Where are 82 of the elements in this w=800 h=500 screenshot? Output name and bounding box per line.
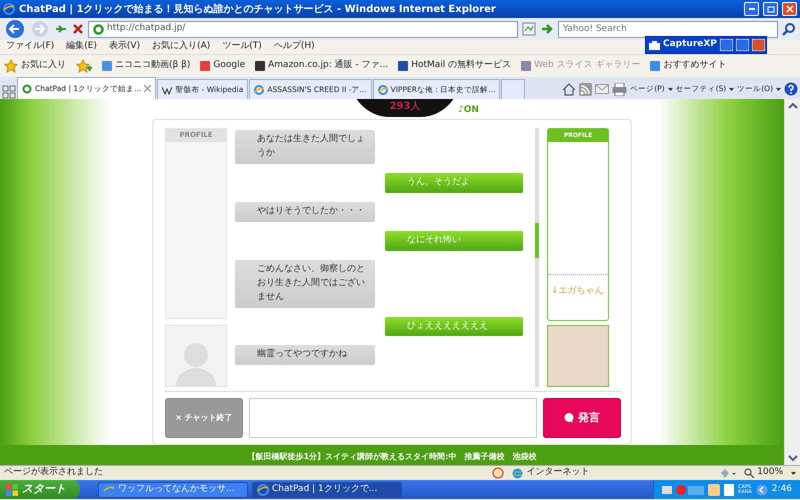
caret-icon[interactable] (729, 88, 734, 90)
keyboard-icon[interactable] (662, 486, 672, 494)
browser-logo-icon (3, 3, 15, 15)
status-text: ページが表示されました (4, 466, 103, 480)
clock-text: 2:46 (772, 482, 792, 496)
browser-logo-icon (257, 484, 269, 496)
page-icon (650, 61, 660, 71)
chat-bubble: ごめんなさい、御察しのとおり生きた人間ではございません (235, 260, 375, 308)
page-icon (22, 84, 32, 94)
speech-bubble-icon (564, 413, 574, 423)
maximize-icon[interactable] (736, 39, 749, 51)
page-icon (102, 61, 112, 71)
security-icon[interactable] (720, 468, 736, 478)
menu-item[interactable]: お気に入り(A) (152, 40, 210, 54)
maximize-button[interactable] (763, 2, 778, 16)
page-icon (255, 61, 266, 71)
zone-text: インターネット (526, 466, 590, 480)
taskbar-button[interactable]: ChatPad | 1クリックで... (252, 482, 402, 498)
close-icon (786, 4, 794, 13)
privacy-icon (492, 467, 504, 479)
browser-logo-icon (103, 484, 115, 496)
globe-icon (512, 468, 524, 478)
scrollbar-thumb[interactable] (535, 223, 539, 258)
back-icon[interactable] (4, 19, 26, 39)
photo-placeholder (547, 325, 609, 387)
chat-bubble: うん、そうだよ (385, 172, 523, 193)
address-field[interactable]: http://chatpad.jp/ (88, 20, 518, 38)
favorite-link[interactable]: Google (213, 59, 246, 73)
windows-logo-icon (6, 484, 18, 496)
page-icon (162, 84, 172, 94)
ime-icon[interactable] (676, 484, 704, 496)
chat-bubble: やはりそうでしたか・・・ (235, 202, 375, 222)
caret-icon[interactable] (791, 472, 796, 474)
profile-comment: ↓エガちゃん (548, 274, 608, 320)
quick-tabs-icon[interactable] (2, 85, 16, 99)
page-icon (200, 61, 210, 71)
chat-bubble: あなたは生きた人間でしょうか (235, 130, 375, 164)
chat-bubble: なにそれ怖い (385, 230, 523, 251)
zoom-icon (744, 468, 754, 478)
minimize-icon[interactable] (720, 39, 733, 51)
home-icon[interactable] (562, 82, 576, 96)
site-logo-icon (93, 24, 104, 34)
favorite-link[interactable]: HotMail の無料サービス (411, 59, 512, 73)
print-icon[interactable] (612, 82, 628, 96)
minimize-icon (748, 8, 754, 10)
chat-bubble: ひょえええええええ (385, 316, 523, 336)
page-icon (521, 61, 532, 71)
zoom-control[interactable]: 100% (744, 466, 783, 480)
star-icon (4, 59, 18, 73)
window-title: ChatPad | 1クリックで始まる！見知らぬ誰かとのチャットサービス - Windows Internet Explorer (19, 2, 497, 16)
minimize-button[interactable] (744, 2, 759, 16)
url-text: http://chatpad.jp/ (107, 22, 186, 36)
favorite-link[interactable]: Amazon.co.jp: 通販 - ファ... (268, 59, 388, 73)
caret-icon[interactable] (776, 88, 781, 90)
favorites-button[interactable]: お気に入り (21, 59, 66, 73)
menu-item[interactable]: ツール(T) (222, 40, 262, 54)
camera-icon (649, 40, 660, 50)
favorite-link[interactable]: ニコニコ動画(β β) (115, 59, 190, 73)
page-icon (254, 84, 264, 94)
caret-icon[interactable] (668, 88, 673, 90)
menu-item[interactable]: ファイル(F) (6, 40, 54, 54)
chat-bubble: 幽霊ってやつですかね (235, 345, 375, 366)
go-icon[interactable] (540, 22, 554, 36)
search-icon[interactable] (782, 22, 796, 36)
stop-icon[interactable] (72, 23, 84, 35)
favorite-link[interactable]: おすすめサイト (663, 59, 726, 73)
send-button[interactable]: 発言 (543, 398, 621, 438)
app-window-title: CaptureXP (645, 36, 767, 54)
menu-item[interactable]: ヘルプ(H) (274, 40, 315, 54)
search-field[interactable]: Yahoo! Search (558, 20, 778, 38)
mail-icon[interactable] (595, 84, 610, 94)
add-favorite-icon[interactable] (76, 59, 92, 73)
compat-view-icon[interactable] (522, 22, 536, 36)
app-icon[interactable] (708, 484, 720, 496)
menu-item[interactable]: 編集(E) (66, 40, 97, 54)
restore-icon (766, 4, 774, 13)
close-icon[interactable] (144, 85, 152, 92)
menu-item[interactable]: 表示(V) (108, 40, 140, 54)
page-icon (398, 61, 408, 71)
taskbar-button[interactable]: ワッフルってなんかモッサ... (98, 482, 248, 498)
page-icon (378, 84, 388, 94)
close-button[interactable] (782, 2, 797, 16)
